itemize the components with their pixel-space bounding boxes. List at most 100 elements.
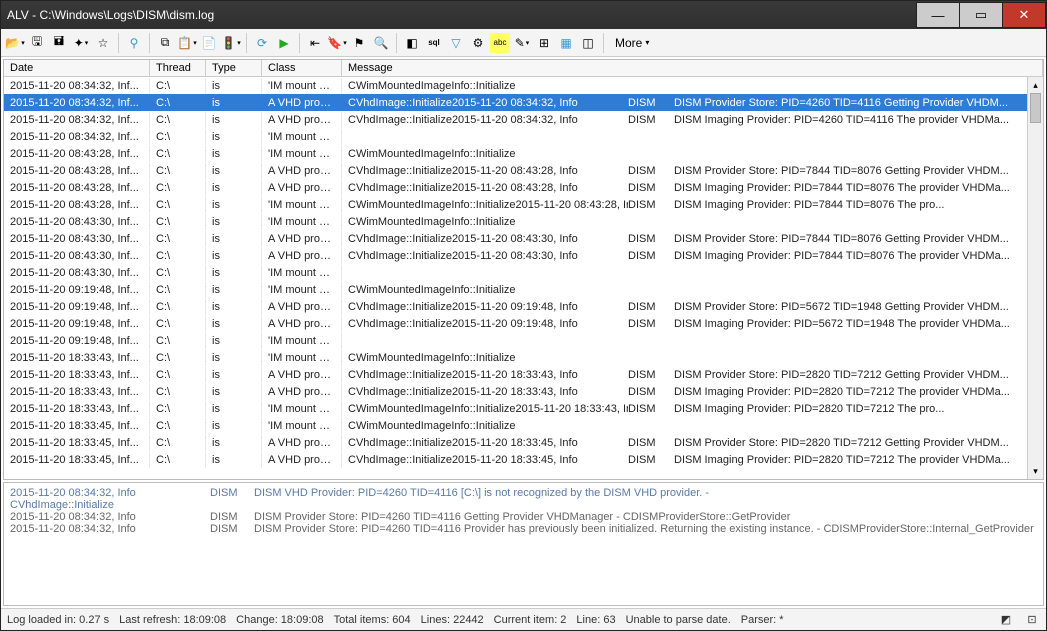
cell-type: is bbox=[206, 78, 262, 94]
cell-class: 'IM mount point. bbox=[262, 197, 342, 213]
goto-icon[interactable]: ⇤ bbox=[305, 33, 325, 53]
save-icon[interactable]: 🖫 bbox=[27, 33, 47, 53]
cell-class: 'IM mount point. bbox=[262, 265, 342, 281]
table-row[interactable]: 2015-11-20 08:34:32, Inf...C:\isA VHD pr… bbox=[4, 111, 1043, 128]
layout1-icon[interactable]: ▦ bbox=[556, 33, 576, 53]
status-total: Total items: 604 bbox=[334, 614, 411, 626]
table-row[interactable]: 2015-11-20 09:19:48, Inf...C:\isA VHD pr… bbox=[4, 315, 1043, 332]
cell-class: A VHD provider. bbox=[262, 231, 342, 247]
cell-message bbox=[342, 135, 1043, 139]
cell-class: A VHD provider. bbox=[262, 95, 342, 111]
cell-date: 2015-11-20 08:43:28, Inf... bbox=[4, 146, 150, 162]
cell-class: 'IM mount point. bbox=[262, 78, 342, 94]
cell-type: is bbox=[206, 418, 262, 434]
cell-thread: C:\ bbox=[150, 418, 206, 434]
cell-thread: C:\ bbox=[150, 367, 206, 383]
table-row[interactable]: 2015-11-20 08:43:30, Inf...C:\is'IM moun… bbox=[4, 213, 1043, 230]
status-tool2-icon[interactable]: ⊡ bbox=[1024, 612, 1040, 628]
table-row[interactable]: 2015-11-20 08:43:30, Inf...C:\is'IM moun… bbox=[4, 264, 1043, 281]
table-row[interactable]: 2015-11-20 18:33:43, Inf...C:\isA VHD pr… bbox=[4, 383, 1043, 400]
cell-thread: C:\ bbox=[150, 197, 206, 213]
detail-panel: 2015-11-20 08:34:32, InfoDISMDISM VHD Pr… bbox=[3, 482, 1044, 606]
wand-icon[interactable]: ⚲ bbox=[124, 33, 144, 53]
refresh-icon[interactable]: ⟳ bbox=[252, 33, 272, 53]
save2-icon[interactable]: 🖬 bbox=[49, 33, 69, 53]
maximize-button[interactable]: ▭ bbox=[959, 2, 1003, 28]
scroll-down-icon[interactable]: ▾ bbox=[1028, 463, 1043, 479]
cell-type: is bbox=[206, 112, 262, 128]
table-row[interactable]: 2015-11-20 18:33:43, Inf...C:\isA VHD pr… bbox=[4, 366, 1043, 383]
titlebar[interactable]: ALV - C:\Windows\Logs\DISM\dism.log — ▭ … bbox=[1, 1, 1046, 29]
col-class[interactable]: Class bbox=[262, 60, 342, 76]
style-icon[interactable]: ✎ bbox=[512, 33, 532, 53]
cell-message: CVhdImage::Initialize2015-11-20 08:43:30… bbox=[342, 231, 1043, 247]
cell-thread: C:\ bbox=[150, 333, 206, 349]
find-icon[interactable]: 🔍 bbox=[371, 33, 391, 53]
table-row[interactable]: 2015-11-20 08:43:28, Inf...C:\is'IM moun… bbox=[4, 196, 1043, 213]
vertical-scrollbar[interactable]: ▴ ▾ bbox=[1027, 77, 1043, 479]
cell-type: is bbox=[206, 197, 262, 213]
close-button[interactable]: ✕ bbox=[1002, 2, 1046, 28]
status-tool1-icon[interactable]: ◩ bbox=[998, 612, 1014, 628]
cell-type: is bbox=[206, 367, 262, 383]
col-message[interactable]: Message bbox=[342, 60, 1043, 76]
table-row[interactable]: 2015-11-20 09:19:48, Inf...C:\isA VHD pr… bbox=[4, 298, 1043, 315]
clipboard-icon[interactable]: 📋 bbox=[177, 33, 197, 53]
cell-message: CVhdImage::Initialize2015-11-20 18:33:43… bbox=[342, 384, 1043, 400]
puzzle-icon[interactable]: ✦ bbox=[71, 33, 91, 53]
open-icon[interactable]: 📂 bbox=[5, 33, 25, 53]
status-parse: Unable to parse date. bbox=[626, 614, 731, 626]
scroll-thumb[interactable] bbox=[1030, 93, 1041, 123]
flag-icon[interactable]: ⚑ bbox=[349, 33, 369, 53]
more-menu[interactable]: More bbox=[609, 36, 655, 50]
cell-type: is bbox=[206, 265, 262, 281]
cell-date: 2015-11-20 08:43:30, Inf... bbox=[4, 231, 150, 247]
cell-date: 2015-11-20 18:33:43, Inf... bbox=[4, 367, 150, 383]
table-row[interactable]: 2015-11-20 08:34:32, Inf...C:\isA VHD pr… bbox=[4, 94, 1043, 111]
cell-message bbox=[342, 271, 1043, 275]
cell-message: CVhdImage::Initialize2015-11-20 18:33:45… bbox=[342, 435, 1043, 451]
table-row[interactable]: 2015-11-20 18:33:45, Inf...C:\isA VHD pr… bbox=[4, 434, 1043, 451]
grid-body[interactable]: 2015-11-20 08:34:32, Inf...C:\is'IM moun… bbox=[4, 77, 1043, 479]
table-row[interactable]: 2015-11-20 09:19:48, Inf...C:\is'IM moun… bbox=[4, 332, 1043, 349]
paste-icon[interactable]: 📄 bbox=[199, 33, 219, 53]
filter-icon[interactable]: ▽ bbox=[446, 33, 466, 53]
highlight-icon[interactable]: abc bbox=[490, 33, 510, 53]
cell-type: is bbox=[206, 180, 262, 196]
table-row[interactable]: 2015-11-20 08:34:32, Inf...C:\is'IM moun… bbox=[4, 77, 1043, 94]
erase-icon[interactable]: ◧ bbox=[402, 33, 422, 53]
cell-message: CWimMountedImageInfo::Initialize bbox=[342, 418, 1043, 434]
gear-icon[interactable]: ⚙ bbox=[468, 33, 488, 53]
table-row[interactable]: 2015-11-20 08:43:30, Inf...C:\isA VHD pr… bbox=[4, 247, 1043, 264]
table-row[interactable]: 2015-11-20 08:43:28, Inf...C:\isA VHD pr… bbox=[4, 162, 1043, 179]
table-row[interactable]: 2015-11-20 18:33:43, Inf...C:\is'IM moun… bbox=[4, 349, 1043, 366]
table-row[interactable]: 2015-11-20 08:43:28, Inf...C:\is'IM moun… bbox=[4, 145, 1043, 162]
traffic-icon[interactable]: 🚦 bbox=[221, 33, 241, 53]
table-row[interactable]: 2015-11-20 08:34:32, Inf...C:\is'IM moun… bbox=[4, 128, 1043, 145]
detail-line: 2015-11-20 08:34:32, InfoDISMDISM VHD Pr… bbox=[10, 487, 1037, 499]
table-row[interactable]: 2015-11-20 08:43:28, Inf...C:\isA VHD pr… bbox=[4, 179, 1043, 196]
cell-message: CVhdImage::Initialize2015-11-20 08:43:28… bbox=[342, 180, 1043, 196]
columns-icon[interactable]: ⊞ bbox=[534, 33, 554, 53]
col-type[interactable]: Type bbox=[206, 60, 262, 76]
sql-icon[interactable]: sql bbox=[424, 33, 444, 53]
copy-icon[interactable]: ⧉ bbox=[155, 33, 175, 53]
minimize-button[interactable]: — bbox=[916, 2, 960, 28]
star-icon[interactable]: ☆ bbox=[93, 33, 113, 53]
col-date[interactable]: Date bbox=[4, 60, 150, 76]
status-parser: Parser: * bbox=[741, 614, 784, 626]
cell-class: A VHD provider. bbox=[262, 163, 342, 179]
cell-date: 2015-11-20 08:43:28, Inf... bbox=[4, 163, 150, 179]
scroll-up-icon[interactable]: ▴ bbox=[1028, 77, 1043, 93]
table-row[interactable]: 2015-11-20 09:19:48, Inf...C:\is'IM moun… bbox=[4, 281, 1043, 298]
play-icon[interactable]: ▶ bbox=[274, 33, 294, 53]
layout2-icon[interactable]: ◫ bbox=[578, 33, 598, 53]
cell-thread: C:\ bbox=[150, 316, 206, 332]
table-row[interactable]: 2015-11-20 18:33:43, Inf...C:\is'IM moun… bbox=[4, 400, 1043, 417]
table-row[interactable]: 2015-11-20 08:43:30, Inf...C:\isA VHD pr… bbox=[4, 230, 1043, 247]
bookmark-icon[interactable]: 🔖 bbox=[327, 33, 347, 53]
table-row[interactable]: 2015-11-20 18:33:45, Inf...C:\isA VHD pr… bbox=[4, 451, 1043, 468]
cell-type: is bbox=[206, 248, 262, 264]
col-thread[interactable]: Thread bbox=[150, 60, 206, 76]
table-row[interactable]: 2015-11-20 18:33:45, Inf...C:\is'IM moun… bbox=[4, 417, 1043, 434]
